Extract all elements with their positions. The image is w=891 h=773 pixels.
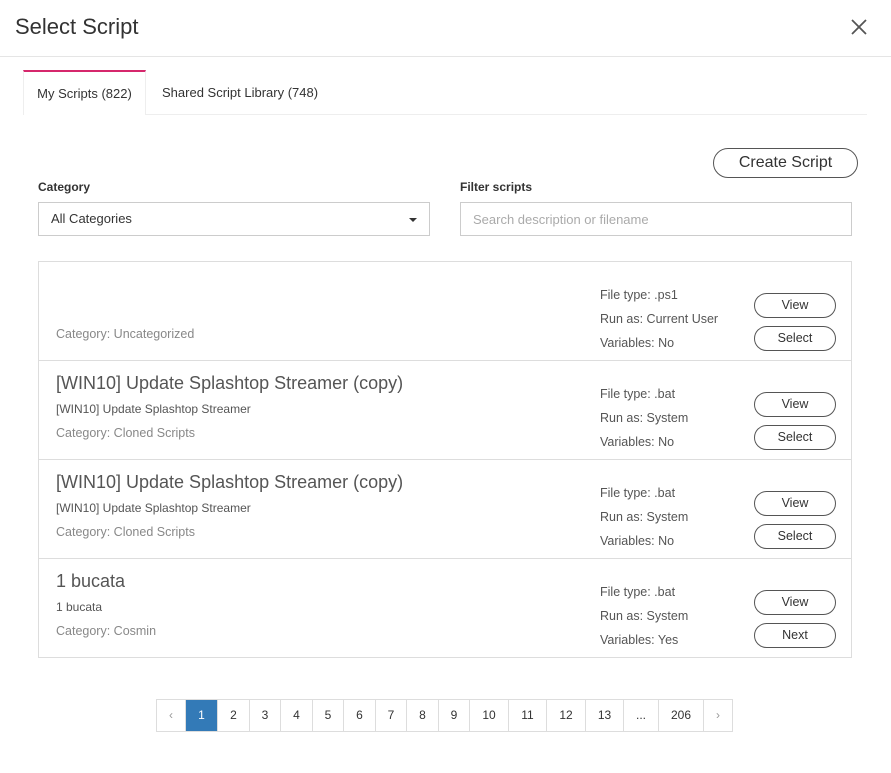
script-category: Category: Cosmin — [56, 624, 157, 638]
select-script-modal: Select Script My Scripts (822) Shared Sc… — [0, 0, 891, 773]
script-category: Category: Cloned Scripts — [56, 426, 195, 440]
script-run-as: Run as: System — [600, 510, 689, 524]
script-list: Category: Uncategorized File type: .ps1 … — [38, 261, 852, 658]
select-button[interactable]: Select — [754, 524, 836, 549]
page-10[interactable]: 10 — [470, 700, 509, 731]
page-12[interactable]: 12 — [547, 700, 586, 731]
filter-label: Filter scripts — [460, 180, 533, 194]
page-2[interactable]: 2 — [218, 700, 250, 731]
select-button[interactable]: Select — [754, 425, 836, 450]
page-11[interactable]: 11 — [509, 700, 547, 731]
script-name: 1 bucata — [56, 571, 126, 591]
script-run-as: Run as: System — [600, 411, 689, 425]
close-button[interactable] — [849, 14, 869, 38]
script-file-type: File type: .ps1 — [600, 288, 678, 302]
filter-scripts-input[interactable] — [460, 202, 852, 236]
script-name: [WIN10] Update Splashtop Streamer (copy) — [56, 373, 404, 393]
view-button[interactable]: View — [754, 590, 836, 615]
category-selected-value: All Categories — [51, 211, 132, 226]
page-ellipsis: ... — [624, 700, 659, 731]
view-button[interactable]: View — [754, 293, 836, 318]
script-row: [WIN10] Update Splashtop Streamer (copy)… — [39, 460, 851, 559]
pagination: ‹ 1 2 3 4 5 6 7 8 9 10 11 12 13 ... 206 … — [156, 699, 733, 732]
page-6[interactable]: 6 — [344, 700, 376, 731]
script-row: [WIN10] Update Splashtop Streamer (copy)… — [39, 361, 851, 460]
tab-shared-script-library[interactable]: Shared Script Library (748) — [162, 70, 318, 115]
script-file-type: File type: .bat — [600, 585, 676, 599]
select-button[interactable]: Select — [754, 326, 836, 351]
close-icon — [851, 19, 867, 35]
script-run-as: Run as: System — [600, 609, 689, 623]
script-run-as: Run as: Current User — [600, 312, 719, 326]
modal-header: Select Script — [0, 0, 891, 57]
pagination-next[interactable]: › — [704, 700, 732, 731]
script-variables: Variables: Yes — [600, 633, 679, 647]
page-1[interactable]: 1 — [186, 700, 218, 731]
script-row: Category: Uncategorized File type: .ps1 … — [39, 262, 851, 361]
script-category: Category: Uncategorized — [56, 327, 195, 341]
script-variables: Variables: No — [600, 435, 675, 449]
script-description: 1 bucata — [56, 600, 103, 614]
script-file-type: File type: .bat — [600, 486, 676, 500]
script-row: 1 bucata 1 bucata Category: Cosmin File … — [39, 559, 851, 658]
page-13[interactable]: 13 — [586, 700, 624, 731]
pagination-prev[interactable]: ‹ — [157, 700, 186, 731]
page-3[interactable]: 3 — [250, 700, 281, 731]
tab-my-scripts[interactable]: My Scripts (822) — [23, 70, 146, 115]
view-button[interactable]: View — [754, 392, 836, 417]
create-script-button[interactable]: Create Script — [713, 148, 858, 178]
page-7[interactable]: 7 — [376, 700, 407, 731]
next-button[interactable]: Next — [754, 623, 836, 648]
script-tabs: My Scripts (822) Shared Script Library (… — [23, 70, 867, 115]
script-file-type: File type: .bat — [600, 387, 676, 401]
script-category: Category: Cloned Scripts — [56, 525, 195, 539]
script-name: [WIN10] Update Splashtop Streamer (copy) — [56, 472, 404, 492]
page-4[interactable]: 4 — [281, 700, 313, 731]
page-206[interactable]: 206 — [659, 700, 704, 731]
modal-title: Select Script — [15, 14, 139, 39]
script-description: [WIN10] Update Splashtop Streamer — [56, 402, 251, 416]
category-select[interactable]: All Categories — [38, 202, 430, 236]
script-variables: Variables: No — [600, 336, 675, 350]
category-label: Category — [38, 180, 91, 194]
view-button[interactable]: View — [754, 491, 836, 516]
caret-down-icon — [409, 218, 417, 222]
script-description: [WIN10] Update Splashtop Streamer — [56, 501, 251, 515]
page-9[interactable]: 9 — [439, 700, 470, 731]
page-8[interactable]: 8 — [407, 700, 439, 731]
script-variables: Variables: No — [600, 534, 675, 548]
page-5[interactable]: 5 — [313, 700, 344, 731]
